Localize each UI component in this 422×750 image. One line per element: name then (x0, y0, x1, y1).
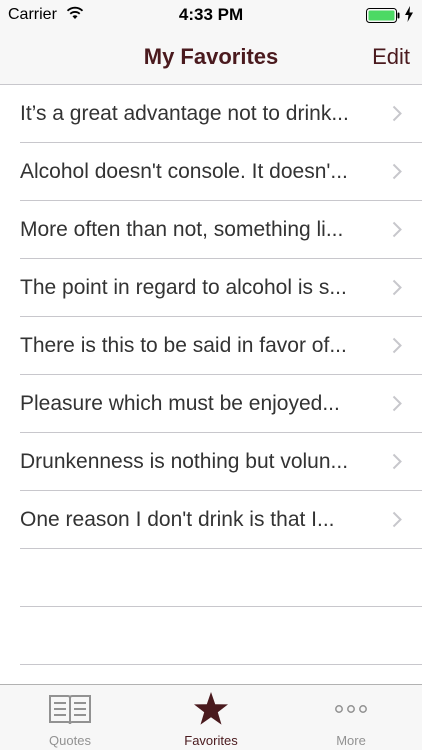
quote-text: Drunkenness is nothing but volun... (20, 450, 349, 473)
list-item[interactable]: Drunkenness is nothing but volun... (0, 433, 422, 491)
quote-text: It’s a great advantage not to drink... (20, 102, 349, 125)
chevron-right-icon (392, 337, 402, 354)
quote-text: Pleasure which must be enjoyed... (20, 392, 340, 415)
book-icon (49, 695, 91, 725)
more-dots-icon (335, 705, 367, 713)
tab-label: Favorites (184, 733, 238, 748)
list-item[interactable]: The point in regard to alcohol is s... (0, 259, 422, 317)
empty-row (0, 549, 422, 607)
tab-more[interactable]: More (281, 685, 421, 750)
tab-bar: Quotes Favorites More (0, 684, 422, 750)
list-item[interactable]: More often than not, something li... (0, 201, 422, 259)
chevron-right-icon (392, 163, 402, 180)
navigation-bar: My Favorites Edit (0, 30, 422, 85)
empty-row (0, 607, 422, 665)
edit-button[interactable]: Edit (372, 44, 410, 70)
quote-text: Alcohol doesn't console. It doesn'... (20, 160, 348, 183)
quote-text: There is this to be said in favor of... (20, 334, 347, 357)
chevron-right-icon (392, 221, 402, 238)
quote-text: One reason I don't drink is that I... (20, 508, 335, 531)
tab-quotes[interactable]: Quotes (0, 685, 140, 750)
chevron-right-icon (392, 279, 402, 296)
chevron-right-icon (392, 511, 402, 528)
battery-icon (366, 8, 400, 23)
list-item[interactable]: Pleasure which must be enjoyed... (0, 375, 422, 433)
tab-favorites[interactable]: Favorites (141, 685, 281, 750)
page-title: My Favorites (143, 44, 279, 69)
tab-label: More (336, 733, 366, 748)
chevron-right-icon (392, 105, 402, 122)
status-time: 4:33 PM (178, 5, 244, 24)
quote-text: The point in regard to alcohol is s... (20, 276, 347, 299)
status-bar: Carrier 4:33 PM (0, 0, 422, 30)
chevron-right-icon (392, 453, 402, 470)
app-screen: Carrier 4:33 PM My Favorites Edit It’s a… (0, 0, 422, 750)
quote-text: More often than not, something li... (20, 218, 344, 241)
list-item[interactable]: There is this to be said in favor of... (0, 317, 422, 375)
charging-icon (405, 6, 413, 22)
tab-label: Quotes (49, 733, 91, 748)
list-item[interactable]: It’s a great advantage not to drink... (0, 85, 422, 143)
star-icon (194, 692, 228, 725)
chevron-right-icon (392, 395, 402, 412)
list-item[interactable]: Alcohol doesn't console. It doesn'... (0, 143, 422, 201)
favorites-list: It’s a great advantage not to drink... A… (0, 85, 422, 665)
list-item[interactable]: One reason I don't drink is that I... (0, 491, 422, 549)
